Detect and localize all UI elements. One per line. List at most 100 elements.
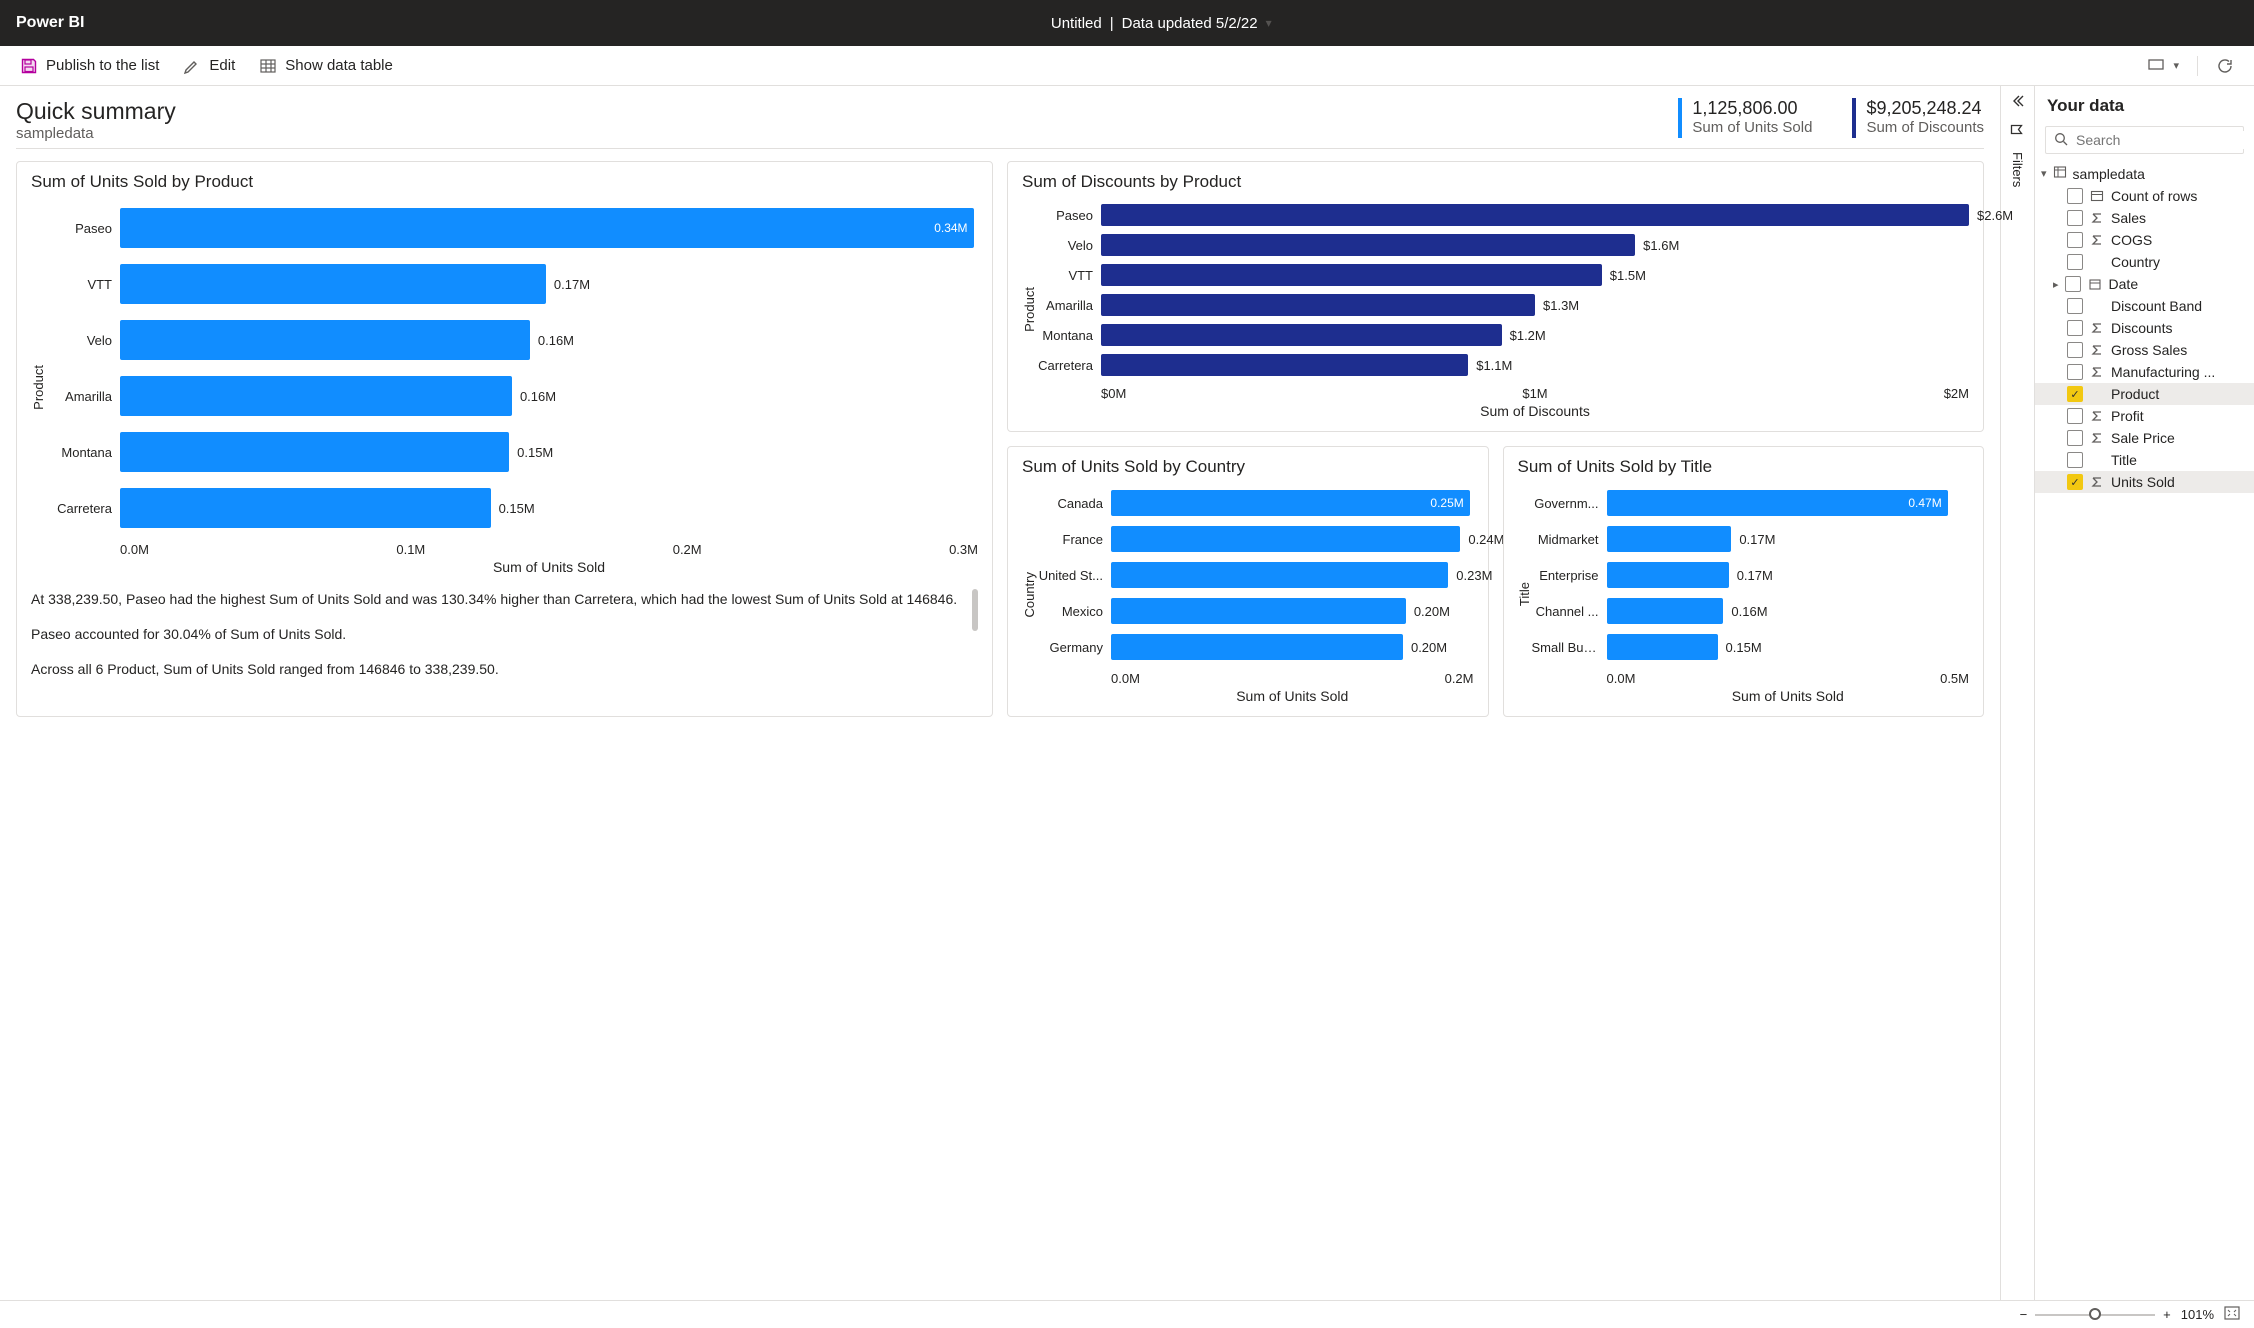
chart-row: VTT$1.5M bbox=[1036, 260, 1969, 290]
field-date[interactable]: ▸Date bbox=[2035, 273, 2254, 295]
chevron-down-icon: ▾ bbox=[2041, 167, 2047, 180]
chart-bar[interactable] bbox=[120, 320, 530, 360]
chart-bar[interactable]: 0.47M bbox=[1607, 490, 1948, 516]
field-label: Sale Price bbox=[2111, 430, 2246, 446]
search-input[interactable] bbox=[2074, 131, 2254, 149]
slider-thumb[interactable] bbox=[2089, 1308, 2101, 1320]
field-label: COGS bbox=[2111, 232, 2246, 248]
field-checkbox[interactable] bbox=[2067, 320, 2083, 336]
field-checkbox[interactable] bbox=[2065, 276, 2081, 292]
chart-bar[interactable] bbox=[1111, 634, 1403, 660]
chart-bar[interactable] bbox=[1111, 598, 1406, 624]
data-label: 0.17M bbox=[546, 277, 590, 292]
field-units-sold[interactable]: ✓Units Sold bbox=[2035, 471, 2254, 493]
field-sales[interactable]: Sales bbox=[2035, 207, 2254, 229]
field-checkbox[interactable] bbox=[2067, 210, 2083, 226]
chart-bar[interactable] bbox=[1101, 264, 1602, 286]
chart-card-units-by-product[interactable]: Sum of Units Sold by ProductProductPaseo… bbox=[16, 161, 993, 717]
field-count-of-rows[interactable]: Count of rows bbox=[2035, 185, 2254, 207]
chevron-down-icon[interactable]: ▾ bbox=[1266, 16, 1272, 30]
field-sale-price[interactable]: Sale Price bbox=[2035, 427, 2254, 449]
field-profit[interactable]: Profit bbox=[2035, 405, 2254, 427]
field-checkbox[interactable] bbox=[2067, 430, 2083, 446]
bookmark-icon[interactable] bbox=[2009, 123, 2026, 137]
field-gross-sales[interactable]: Gross Sales bbox=[2035, 339, 2254, 361]
chart-bar[interactable] bbox=[1607, 562, 1729, 588]
x-axis-label: Sum of Units Sold bbox=[1532, 688, 1970, 704]
chart-card-units-by-title[interactable]: Sum of Units Sold by TitleTitleGovernm..… bbox=[1503, 446, 1985, 717]
field-checkbox[interactable]: ✓ bbox=[2067, 474, 2083, 490]
data-label: 0.17M bbox=[1731, 532, 1775, 547]
category-label: Velo bbox=[45, 333, 120, 348]
field-title[interactable]: Title bbox=[2035, 449, 2254, 471]
slider-track[interactable] bbox=[2035, 1314, 2155, 1316]
field-checkbox[interactable] bbox=[2067, 254, 2083, 270]
scrollbar-thumb[interactable] bbox=[972, 589, 978, 631]
kpi-discounts: $9,205,248.24 Sum of Discounts bbox=[1852, 98, 1984, 138]
zoom-slider[interactable]: − + bbox=[2020, 1307, 2171, 1322]
data-label: 0.24M bbox=[1460, 532, 1504, 547]
field-checkbox[interactable] bbox=[2067, 408, 2083, 424]
chart-bar[interactable] bbox=[120, 264, 546, 304]
zoom-minus-button[interactable]: − bbox=[2020, 1307, 2028, 1322]
page-title: Quick summary bbox=[16, 98, 176, 125]
chevron-down-icon: ▾ bbox=[2173, 59, 2179, 72]
chart-bar[interactable] bbox=[1101, 324, 1502, 346]
field-discount-band[interactable]: Discount Band bbox=[2035, 295, 2254, 317]
y-axis-label: Product bbox=[31, 200, 45, 575]
document-title[interactable]: Untitled | Data updated 5/2/22 ▾ bbox=[1051, 15, 1272, 32]
field-checkbox[interactable] bbox=[2067, 232, 2083, 248]
chart-row: Montana0.15M bbox=[45, 424, 978, 480]
axis-tick: 0.0M bbox=[120, 542, 149, 557]
zoom-plus-button[interactable]: + bbox=[2163, 1307, 2171, 1322]
insight-paragraph: At 338,239.50, Paseo had the highest Sum… bbox=[31, 589, 964, 610]
refresh-button[interactable] bbox=[2206, 53, 2244, 79]
field-checkbox[interactable]: ✓ bbox=[2067, 386, 2083, 402]
chart-bar[interactable] bbox=[1607, 598, 1724, 624]
chart-bar[interactable] bbox=[1607, 526, 1732, 552]
fit-to-page-button[interactable] bbox=[2224, 1306, 2240, 1323]
publish-button[interactable]: Publish to the list bbox=[10, 53, 169, 79]
chart-bar[interactable] bbox=[1101, 294, 1535, 316]
pencil-icon bbox=[183, 57, 201, 75]
chart-bar[interactable] bbox=[1607, 634, 1718, 660]
axis-tick: 0.2M bbox=[1445, 671, 1474, 686]
chevron-right-icon[interactable]: ▸ bbox=[2053, 278, 2059, 291]
field-cogs[interactable]: COGS bbox=[2035, 229, 2254, 251]
chart-bar[interactable] bbox=[120, 488, 491, 528]
data-label: $1.6M bbox=[1635, 238, 1679, 253]
field-product[interactable]: ✓Product bbox=[2035, 383, 2254, 405]
chart-card-units-by-country[interactable]: Sum of Units Sold by CountryCountryCanad… bbox=[1007, 446, 1489, 717]
field-manufacturing[interactable]: Manufacturing ... bbox=[2035, 361, 2254, 383]
category-label: Paseo bbox=[1036, 208, 1101, 223]
tree-table-header[interactable]: ▾ sampledata bbox=[2035, 162, 2254, 185]
field-checkbox[interactable] bbox=[2067, 298, 2083, 314]
chart-bar[interactable] bbox=[120, 432, 509, 472]
insight-paragraph: Across all 6 Product, Sum of Units Sold … bbox=[31, 659, 964, 680]
view-mode-button[interactable]: ▾ bbox=[2137, 53, 2189, 79]
filters-rail-label[interactable]: Filters bbox=[2010, 152, 2025, 187]
chart-bar[interactable]: 0.34M bbox=[120, 208, 974, 248]
field-country[interactable]: Country bbox=[2035, 251, 2254, 273]
field-discounts[interactable]: Discounts bbox=[2035, 317, 2254, 339]
chart-bar[interactable] bbox=[1111, 562, 1448, 588]
chart-bar[interactable] bbox=[1101, 354, 1468, 376]
field-checkbox[interactable] bbox=[2067, 364, 2083, 380]
chart-bar[interactable] bbox=[120, 376, 512, 416]
field-checkbox[interactable] bbox=[2067, 452, 2083, 468]
show-data-button[interactable]: Show data table bbox=[249, 53, 403, 79]
canvas-area: Quick summary sampledata 1,125,806.00 Su… bbox=[0, 86, 2000, 1300]
chart-bar[interactable] bbox=[1101, 234, 1635, 256]
chart-row: Mexico0.20M bbox=[1036, 593, 1474, 629]
collapse-icon[interactable] bbox=[2011, 94, 2025, 111]
chart-bar[interactable]: 0.25M bbox=[1111, 490, 1470, 516]
edit-button[interactable]: Edit bbox=[173, 53, 245, 79]
field-checkbox[interactable] bbox=[2067, 188, 2083, 204]
chart-card-discounts-by-product[interactable]: Sum of Discounts by ProductProductPaseo$… bbox=[1007, 161, 1984, 432]
kpi-label: Sum of Units Sold bbox=[1692, 119, 1812, 136]
main: Quick summary sampledata 1,125,806.00 Su… bbox=[0, 86, 2254, 1300]
field-checkbox[interactable] bbox=[2067, 342, 2083, 358]
chart-bar[interactable] bbox=[1111, 526, 1460, 552]
search-field[interactable] bbox=[2045, 126, 2244, 154]
chart-bar[interactable] bbox=[1101, 204, 1969, 226]
